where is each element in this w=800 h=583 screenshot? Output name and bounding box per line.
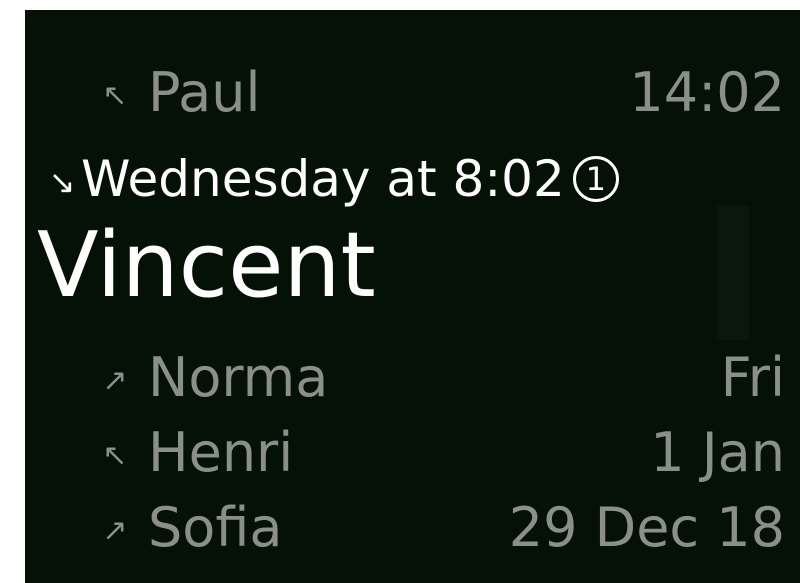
selected-call-time: Wednesday at 8:02 [81, 150, 565, 208]
incoming-call-icon: ↖ [102, 78, 128, 113]
call-time: Fri [720, 346, 785, 409]
incoming-call-icon: ↖ [102, 438, 128, 473]
call-log-row-henri[interactable]: ↖ Henri 1 Jan [25, 418, 785, 488]
selected-call-detail[interactable]: ↘ Wednesday at 8:02 1 [43, 144, 619, 214]
call-log-row-sofia[interactable]: ↗ Sofia 29 Dec 18 [25, 493, 785, 563]
caller-name: Sofia [148, 496, 283, 559]
scrollbar[interactable] [717, 206, 749, 340]
missed-count-badge: 1 [572, 155, 619, 202]
missed-call-icon: ↘ [48, 163, 76, 201]
call-log-screen: ↖ Paul 14:02 ↘ Wednesday at 8:02 1 Vincent… [25, 10, 800, 583]
call-log-row-paul[interactable]: ↖ Paul 14:02 [25, 58, 785, 128]
call-time: 14:02 [629, 61, 785, 124]
outgoing-call-icon: ↗ [102, 363, 128, 398]
outgoing-call-icon: ↗ [102, 513, 128, 548]
selected-caller-name[interactable]: Vincent [37, 216, 376, 316]
caller-name: Paul [148, 61, 261, 124]
caller-name: Norma [148, 346, 329, 409]
call-log-row-norma[interactable]: ↗ Norma Fri [25, 343, 785, 413]
call-time: 29 Dec 18 [508, 496, 785, 559]
caller-name: Henri [148, 421, 294, 484]
call-time: 1 Jan [650, 421, 785, 484]
